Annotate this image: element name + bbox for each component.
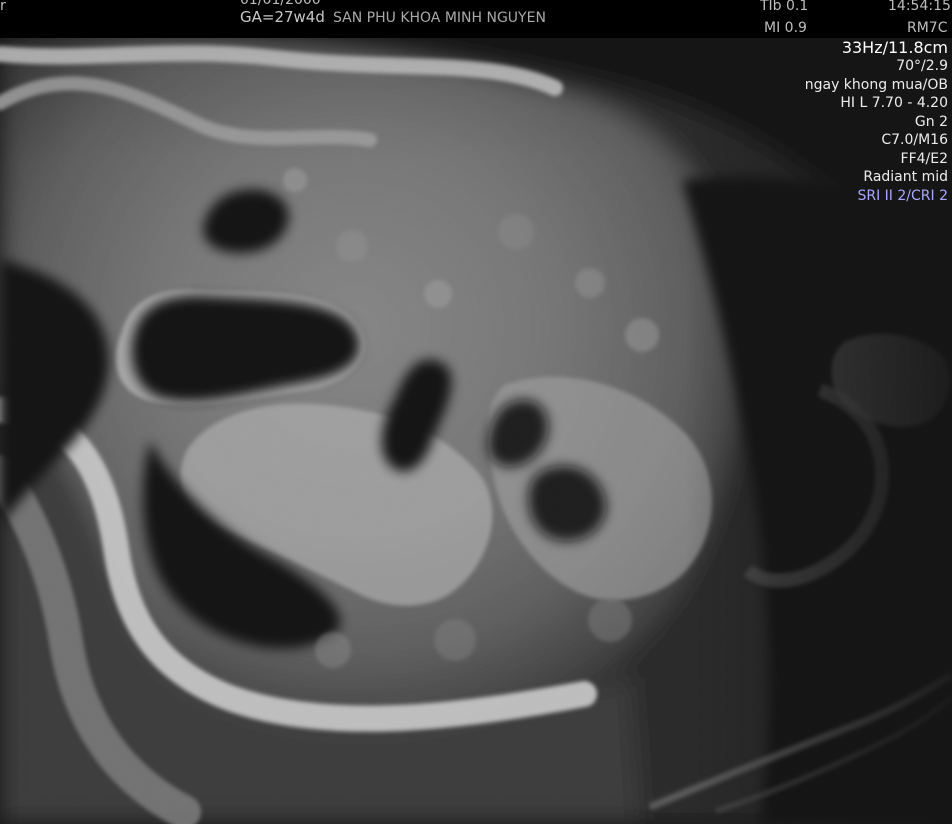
probe-name: RM7C (907, 20, 948, 36)
sector-angle: 70°/2.9 (896, 58, 948, 74)
preset-name: ngay khong mua/OB (804, 76, 948, 93)
compression-value: C7.0/M16 (881, 132, 948, 148)
mechanical-index: MI 0.9 (764, 20, 807, 36)
frame-rate-depth: 33Hz/11.8cm (841, 38, 948, 57)
radiant-value: Radiant mid (863, 169, 948, 185)
ultrasound-header: r 01/01/2000 GA=27w4d SAN PHU KHOA MINH … (0, 0, 952, 38)
imaging-parameters: 33Hz/11.8cm 70°/2.9 ngay khong mua/OB HI… (805, 38, 948, 205)
left-marker: r (0, 0, 6, 14)
filter-value: FF4/E2 (900, 150, 948, 167)
gestational-age: GA=27w4d (240, 8, 325, 26)
exam-time: 14:54:15 (888, 0, 951, 14)
thermal-index: TIb 0.1 (760, 0, 809, 14)
clinic-name: SAN PHU KHOA MINH NGUYEN (333, 10, 546, 26)
frequency-range: HI L 7.70 - 4.20 (840, 95, 948, 111)
gain-value: Gn 2 (914, 113, 948, 130)
sri-cri-value: SRI II 2/CRI 2 (857, 187, 948, 204)
exam-date: 01/01/2000 (240, 0, 321, 8)
